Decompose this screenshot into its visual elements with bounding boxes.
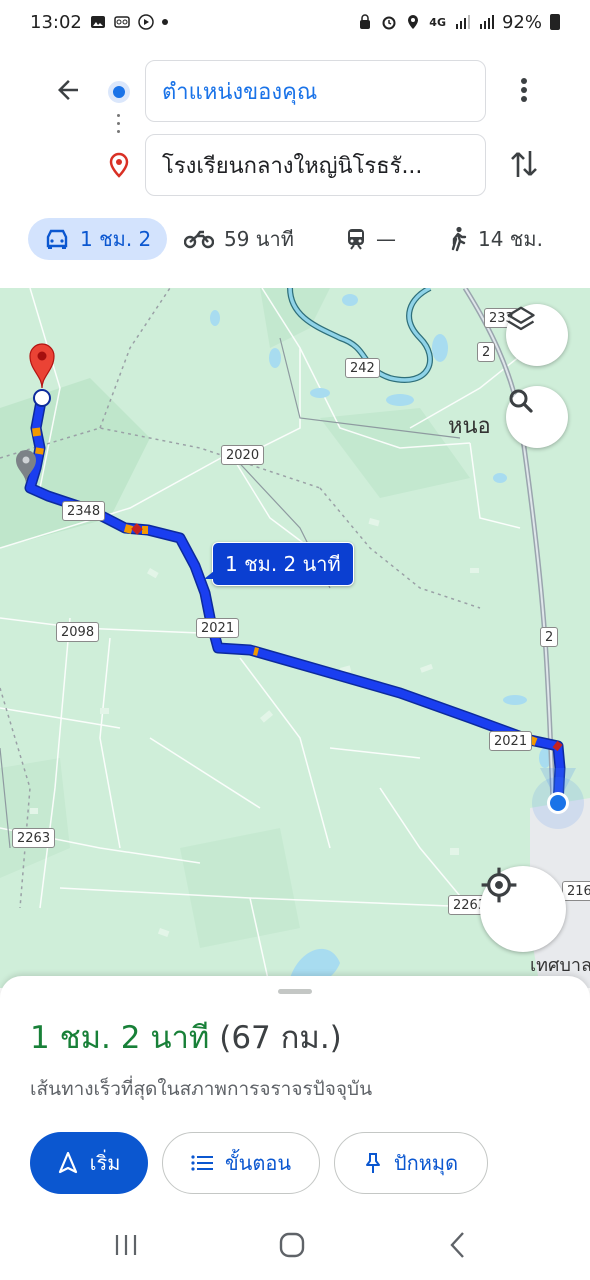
mode-transit[interactable]: — [346, 218, 396, 260]
signal-icon [455, 15, 470, 29]
system-nav-bar [0, 1216, 590, 1280]
mode-drive[interactable]: 1 ชม. 2 [28, 218, 168, 260]
route-sheet: 1 ชม. 2 นาที (67 กม.) เส้นทางเร็วที่สุดใ… [0, 976, 590, 1216]
my-location-button[interactable] [480, 866, 566, 952]
origin-dot-icon [108, 81, 130, 103]
my-location-icon [481, 867, 517, 903]
route-distance: (67 กม.) [219, 1020, 342, 1056]
battery-level: 92% [501, 11, 542, 33]
car-icon [46, 229, 68, 249]
travel-modes: 1 ชม. 2 59 นาที — 14 ชม. [0, 218, 590, 264]
home-button[interactable] [272, 1230, 312, 1260]
road-shield: 216 [562, 881, 590, 901]
pin-button[interactable]: ปักหมุด [334, 1132, 488, 1194]
network-type: 4G [429, 15, 446, 29]
back-button[interactable] [48, 70, 88, 110]
layers-icon [507, 306, 535, 331]
chevron-left-icon [450, 1232, 464, 1258]
motorcycle-icon [184, 230, 214, 249]
recents-button[interactable] [106, 1230, 146, 1260]
destination-input[interactable]: โรงเรียนกลางใหญ่นิโรธรั... [145, 134, 486, 196]
road-shield: 2020 [221, 445, 265, 465]
route-duration: 1 ชม. 2 นาที [30, 1020, 210, 1056]
alarm-icon [382, 16, 396, 30]
swap-icon [511, 151, 537, 177]
status-bar: 13:02 4G 92% [0, 0, 590, 44]
start-label: เริ่ม [89, 1151, 121, 1175]
directions-header: ตำแหน่งของคุณ โรงเรียนกลางใหญ่นิโรธรั...… [0, 44, 590, 288]
road-shield: 2021 [196, 618, 240, 638]
recents-icon [115, 1235, 137, 1255]
layers-button[interactable] [506, 304, 568, 366]
road-shield: 2098 [56, 622, 100, 642]
location-icon [408, 15, 419, 29]
steps-button[interactable]: ขั้นตอน [162, 1132, 320, 1194]
place-label[interactable]: หนอ [448, 408, 491, 443]
more-options-button[interactable] [506, 70, 542, 110]
route-dots-icon [117, 114, 121, 138]
sheet-drag-handle[interactable] [278, 989, 312, 994]
walking-icon [451, 226, 467, 252]
pin-label: ปักหมุด [393, 1151, 459, 1175]
route-time-bubble[interactable]: 1 ชม. 2 นาที [204, 542, 354, 586]
mode-drive-label: 1 ชม. 2 [80, 227, 152, 251]
mode-motorcycle-label: 59 นาที [224, 227, 294, 251]
voicemail-icon [114, 16, 130, 28]
train-icon [348, 229, 364, 250]
route-description: เส้นทางเร็วที่สุดในสภาพการจราจรปัจจุบัน [30, 1078, 373, 1100]
origin-input[interactable]: ตำแหน่งของคุณ [145, 60, 486, 122]
back-nav-button[interactable] [438, 1230, 478, 1260]
more-vert-icon [521, 78, 527, 102]
mode-walk-label: 14 ชม. [478, 227, 543, 251]
home-icon [279, 1232, 305, 1258]
map-view[interactable]: 233 2 242 2020 2348 2098 2021 2 2021 226… [0, 288, 590, 988]
back-arrow-icon [58, 80, 78, 100]
status-time: 13:02 [30, 11, 82, 33]
signal-2-icon [479, 15, 494, 29]
battery-icon [550, 14, 560, 30]
destination-pin-icon [109, 152, 129, 178]
steps-label: ขั้นตอน [224, 1151, 291, 1175]
play-circle-icon [138, 14, 154, 30]
road-shield: 2348 [62, 501, 106, 521]
road-shield: 2 [540, 627, 559, 647]
gallery-icon [90, 16, 105, 28]
route-summary: 1 ชม. 2 นาที (67 กม.) [30, 1012, 342, 1062]
pin-icon [365, 1153, 380, 1173]
search-icon [509, 389, 533, 413]
road-shield: 2021 [489, 731, 533, 751]
swap-button[interactable] [502, 142, 546, 186]
mode-motorcycle[interactable]: 59 นาที [184, 218, 294, 260]
mode-transit-label: — [376, 227, 396, 251]
navigation-arrow-icon [58, 1152, 77, 1174]
road-shield: 2 [477, 342, 496, 362]
road-shield: 242 [345, 358, 380, 378]
start-button[interactable]: เริ่ม [30, 1132, 148, 1194]
notification-dot-icon [161, 19, 168, 25]
place-label-town[interactable]: เทศบาล [530, 950, 590, 979]
list-icon [191, 1155, 213, 1171]
search-button[interactable] [506, 386, 568, 448]
road-shield: 2263 [12, 828, 56, 848]
mode-walk[interactable]: 14 ชม. [448, 218, 543, 260]
lock-icon [360, 14, 371, 29]
